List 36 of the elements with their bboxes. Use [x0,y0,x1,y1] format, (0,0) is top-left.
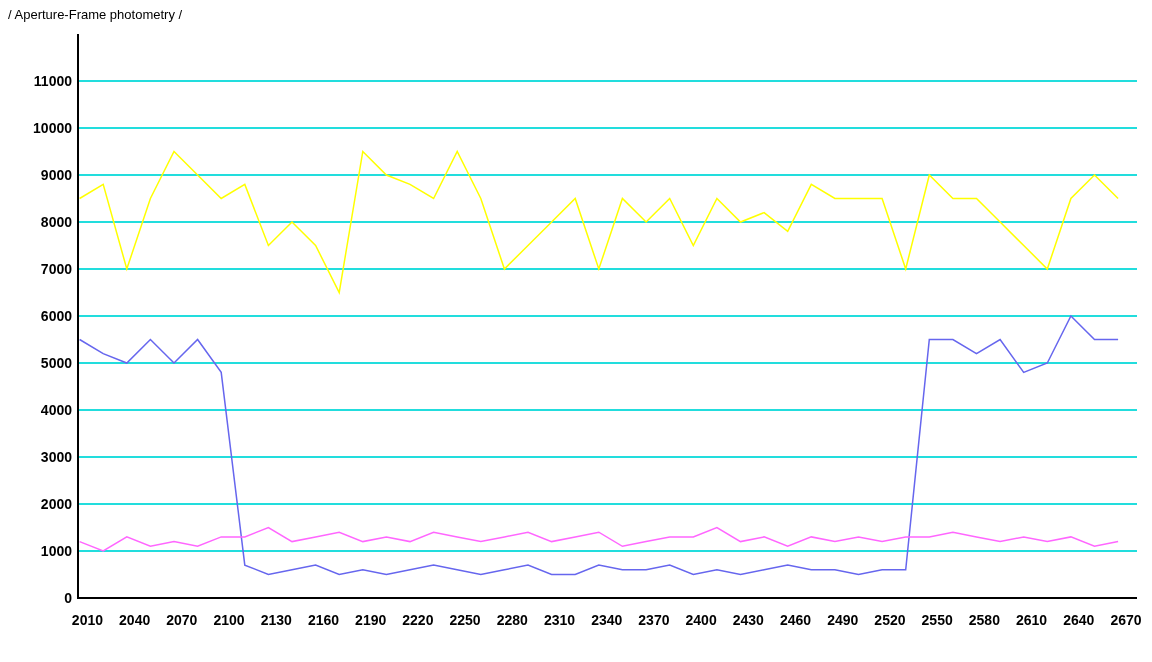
x-tick-label: 2190 [355,612,387,628]
y-tick-label: 0 [64,590,72,606]
y-tick-label: 3000 [40,449,72,465]
x-tick-label: 2160 [307,612,340,628]
x-tick-label: 2460 [779,612,812,628]
x-tick-label: 2220 [402,612,434,628]
x-tick-label: 2580 [968,612,1000,628]
y-tick-label: 10000 [33,120,72,136]
x-tick-label: 2310 [543,612,576,628]
x-tick-label: 2550 [921,612,953,628]
x-tick-label: 2250 [449,612,481,628]
y-tick-label: 6000 [40,308,72,324]
y-tick-label: 9000 [40,167,72,183]
x-tick-label: 2430 [732,612,764,628]
x-tick-label: 2520 [874,612,906,628]
y-tick-label: 8000 [40,214,72,230]
chart-title: / Aperture-Frame photometry / [8,7,183,22]
y-tick-label: 1000 [40,543,72,559]
y-tick-label: 4000 [40,402,72,418]
x-tick-label: 2610 [1016,612,1048,628]
x-tick-label: 2100 [213,612,245,628]
x-tick-label: 2280 [496,612,528,628]
x-tick-label: 2670 [1110,612,1142,628]
x-tick-label: 2370 [638,612,670,628]
x-tick-label: 2040 [119,612,151,628]
x-tick-label: 2340 [591,612,623,628]
x-tick-label: 2490 [827,612,859,628]
x-tick-label: 2010 [71,612,103,628]
y-tick-label: 5000 [40,355,72,371]
y-tick-label: 7000 [40,261,72,277]
x-tick-label: 2130 [260,612,292,628]
y-tick-label: 11000 [33,73,72,89]
x-tick-label: 2070 [166,612,198,628]
y-tick-label: 2000 [40,496,72,512]
x-tick-label: 2640 [1063,612,1095,628]
x-tick-label: 2400 [685,612,717,628]
